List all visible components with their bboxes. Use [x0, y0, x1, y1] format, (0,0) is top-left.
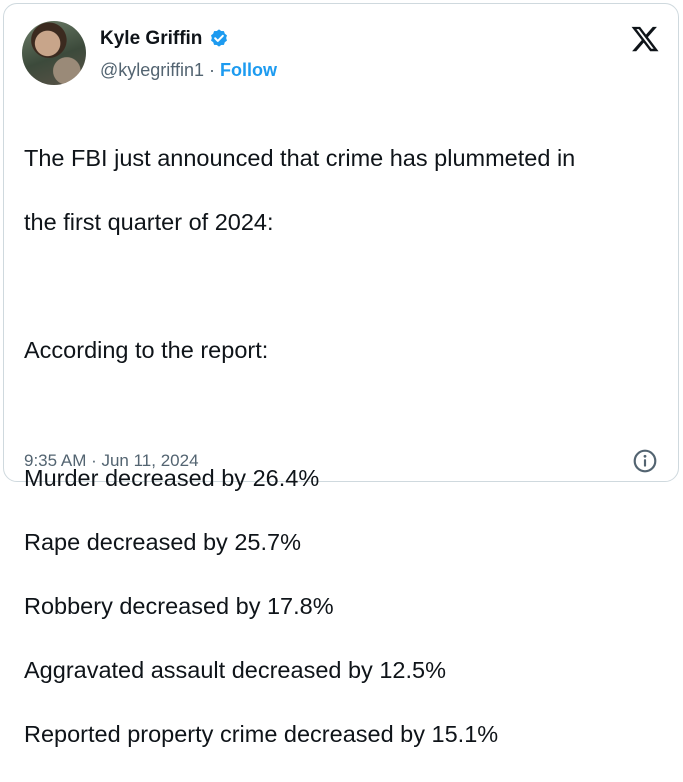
- tweet-line: The FBI just announced that crime has pl…: [24, 145, 576, 171]
- tweet-line: According to the report:: [24, 337, 269, 363]
- tweet-timestamp[interactable]: 9:35 AM · Jun 11, 2024: [24, 451, 199, 471]
- author-handle[interactable]: @kylegriffin1: [100, 60, 204, 81]
- x-logo-icon[interactable]: [630, 24, 660, 54]
- separator-dot: ·: [208, 60, 215, 80]
- tweet-line: [24, 270, 664, 302]
- verified-badge-icon: [211, 29, 228, 47]
- avatar[interactable]: [22, 21, 86, 85]
- tweet-line: Robbery decreased by 17.8%: [24, 593, 334, 619]
- tweet-card[interactable]: Kyle Griffin @kylegriffin1 · Follow The …: [3, 3, 679, 747]
- tweet-line: Aggravated assault decreased by 12.5%: [24, 657, 446, 683]
- tweet-line: Reported property crime decreased by 15.…: [24, 721, 499, 747]
- tweet-line: Rape decreased by 25.7%: [24, 529, 301, 555]
- tweet-line: [24, 398, 664, 430]
- author-name[interactable]: Kyle Griffin: [100, 28, 202, 50]
- author-name-row: Kyle Griffin: [100, 28, 230, 50]
- follow-button[interactable]: Follow: [220, 60, 277, 81]
- tweet-line: the first quarter of 2024:: [24, 209, 274, 235]
- info-icon[interactable]: [632, 448, 658, 474]
- author-handle-row: @kylegriffin1 · Follow: [100, 60, 277, 81]
- tweet-text: The FBI just announced that crime has pl…: [24, 110, 664, 782]
